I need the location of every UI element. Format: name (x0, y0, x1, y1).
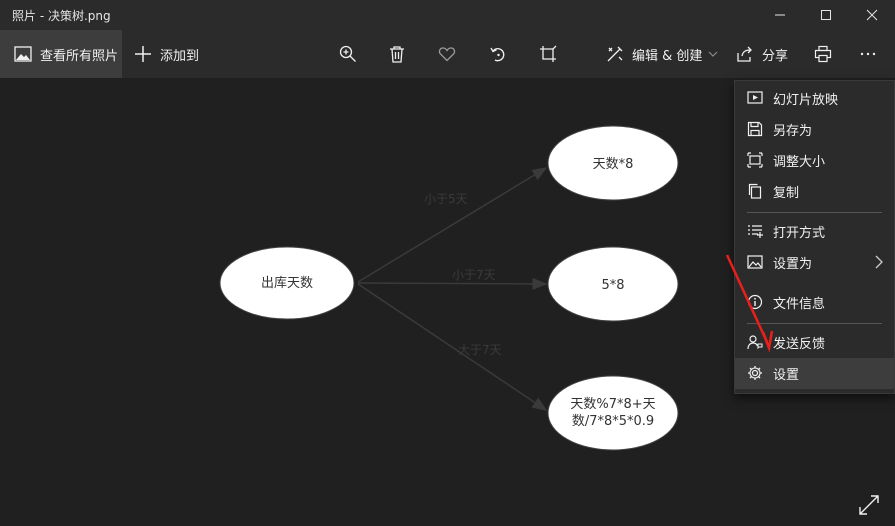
menu-item-send-feedback[interactable]: 发送反馈 (735, 327, 894, 358)
printer-icon (814, 45, 832, 63)
resize-icon (747, 152, 763, 168)
photos-app-window: 照片 - 决策树.png 查看所有照片 添加到 编辑 & 创建 分享 出库天数 … (0, 0, 895, 526)
edit-create-button[interactable]: 编辑 & 创建 (606, 30, 718, 78)
info-icon (747, 294, 763, 310)
save-icon (747, 121, 763, 137)
toolbar: 查看所有照片 添加到 编辑 & 创建 分享 (0, 30, 895, 78)
window-title: 照片 - 决策树.png (12, 8, 111, 23)
favorite-button[interactable] (432, 30, 462, 78)
menu-label-copy: 复制 (773, 186, 800, 201)
view-all-photos-button[interactable]: 查看所有照片 (0, 30, 122, 78)
menu-item-settings[interactable]: 设置 (735, 358, 894, 389)
rotate-icon (490, 47, 505, 62)
more-options-menu: 幻灯片放映 另存为 调整大小 复制 打开方式 设置为 文件信息 发送反馈 设置 (734, 80, 895, 394)
more-options-button[interactable] (853, 30, 883, 78)
gear-icon (748, 366, 762, 380)
maximize-button[interactable] (803, 0, 849, 30)
menu-label-slideshow: 幻灯片放映 (773, 93, 839, 108)
heart-icon (438, 47, 456, 62)
image-icon (747, 255, 763, 269)
print-button[interactable] (808, 30, 838, 78)
edit-create-label: 编辑 & 创建 (632, 48, 703, 64)
share-label: 分享 (762, 48, 789, 64)
minimize-button[interactable] (757, 0, 803, 30)
menu-separator (747, 323, 882, 324)
close-button[interactable] (849, 0, 895, 30)
more-icon (860, 52, 876, 56)
chevron-right-icon (875, 255, 883, 269)
photo-icon (14, 46, 32, 62)
crop-icon (540, 45, 557, 62)
rotate-button[interactable] (483, 30, 513, 78)
menu-label-set-as: 设置为 (773, 257, 813, 272)
full-screen-icon[interactable] (858, 494, 880, 516)
share-icon (737, 46, 752, 62)
close-icon (866, 9, 878, 21)
share-button[interactable]: 分享 (736, 30, 788, 78)
menu-label-open-with: 打开方式 (773, 226, 826, 241)
menu-item-copy[interactable]: 复制 (735, 176, 894, 207)
edit-create-icon (607, 46, 623, 62)
menu-separator (747, 212, 882, 213)
window-controls (757, 0, 895, 30)
open-with-icon (748, 225, 763, 238)
slideshow-icon (747, 91, 763, 104)
menu-label-save-as: 另存为 (773, 124, 813, 139)
plus-icon (135, 46, 151, 62)
menu-item-set-as[interactable]: 设置为 (735, 247, 894, 278)
node-leaf3-label-line2: 数/7*8*5*0.9 (571, 414, 655, 429)
add-to-label: 添加到 (160, 48, 200, 64)
menu-label-file-info: 文件信息 (773, 297, 826, 312)
menu-label-send-feedback: 发送反馈 (773, 337, 826, 352)
trash-icon (390, 46, 404, 63)
title-bar: 照片 - 决策树.png (0, 0, 895, 30)
menu-item-slideshow[interactable]: 幻灯片放映 (735, 83, 894, 114)
menu-label-settings: 设置 (773, 368, 800, 383)
edge-line-2 (357, 277, 548, 290)
copy-icon (748, 183, 762, 199)
add-to-button[interactable]: 添加到 (134, 30, 199, 78)
menu-item-file-info[interactable]: 文件信息 (735, 287, 894, 318)
zoom-in-icon (339, 45, 356, 62)
minimize-icon (775, 14, 785, 16)
node-leaf2-label: 5*8 (601, 277, 625, 293)
menu-item-resize[interactable]: 调整大小 (735, 145, 894, 176)
node-root-label: 出库天数 (260, 275, 313, 291)
menu-label-resize: 调整大小 (773, 155, 826, 170)
edge-line-3 (357, 283, 548, 411)
menu-item-open-with[interactable]: 打开方式 (735, 216, 894, 247)
view-all-label: 查看所有照片 (40, 48, 119, 64)
node-leaf3-label-line1: 天数%7*8+天 (570, 397, 656, 412)
chevron-down-icon (708, 51, 718, 57)
edge-label-2: 小于7天 (452, 268, 496, 282)
edge-label-1: 小于5天 (424, 192, 468, 206)
crop-button[interactable] (533, 30, 563, 78)
feedback-icon (747, 335, 763, 350)
edge-label-3: 大于7天 (458, 343, 502, 357)
delete-button[interactable] (382, 30, 412, 78)
maximize-icon (821, 10, 831, 20)
node-leaf1-label: 天数*8 (592, 156, 634, 172)
menu-item-save-as[interactable]: 另存为 (735, 114, 894, 145)
edge-line-1 (357, 167, 548, 283)
zoom-button[interactable] (333, 30, 363, 78)
